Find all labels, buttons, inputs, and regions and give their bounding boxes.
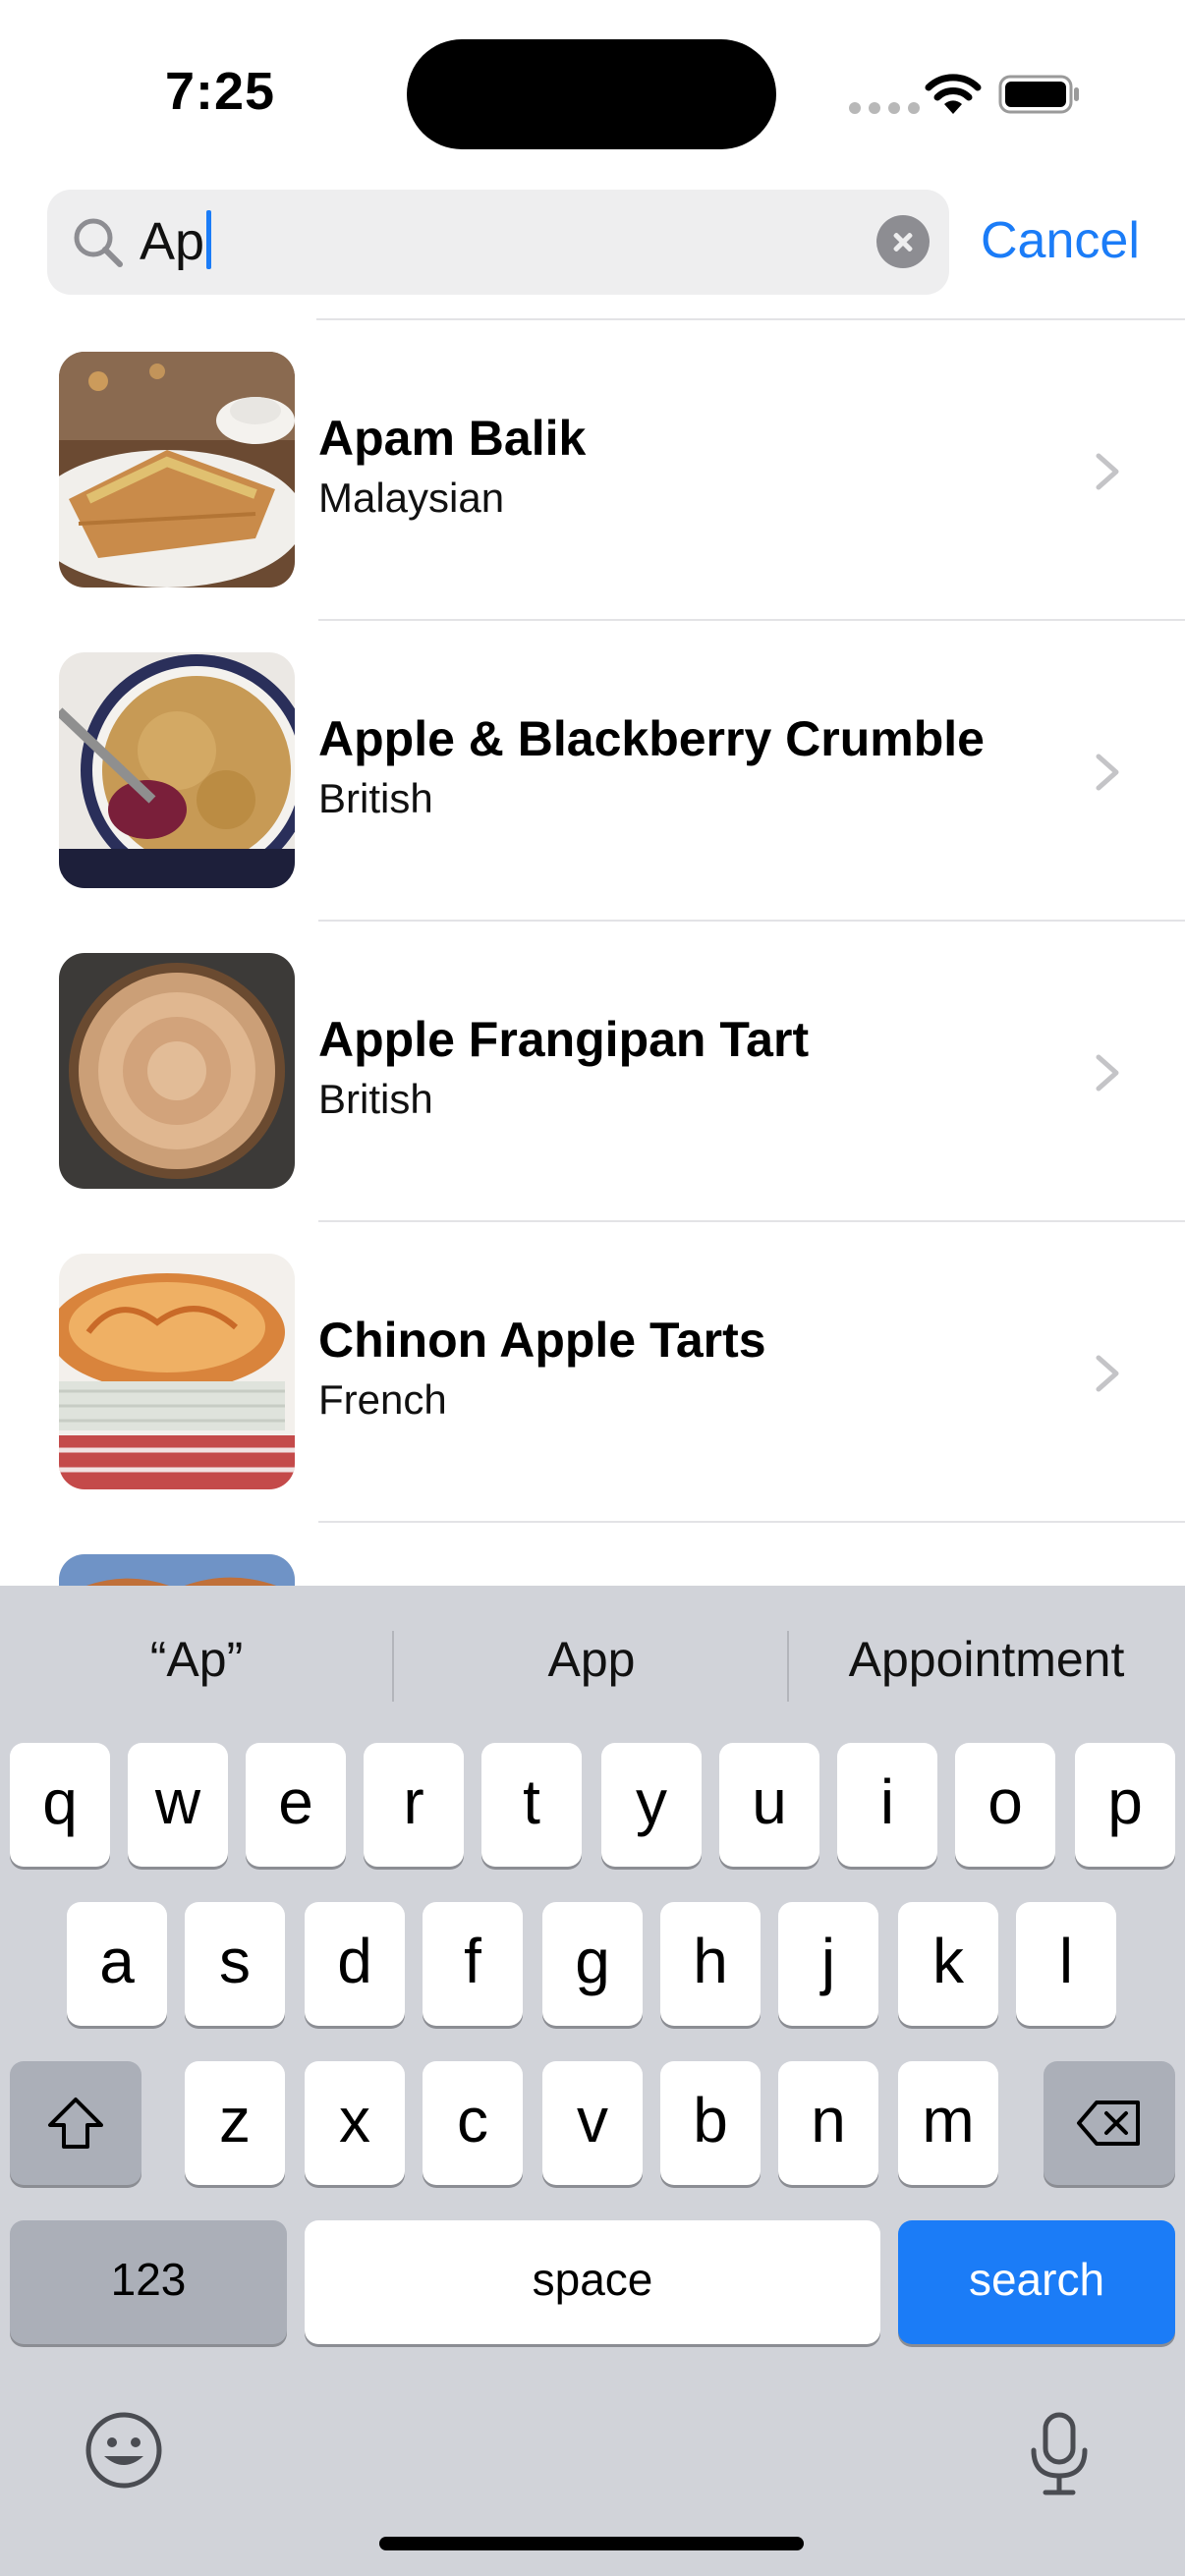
- recipe-title: Apple & Blackberry Crumble: [318, 711, 985, 766]
- recipe-title: Apple Frangipan Tart: [318, 1012, 810, 1067]
- home-indicator[interactable]: [379, 2537, 804, 2550]
- list-item[interactable]: Apam Balik Malaysian: [0, 320, 1185, 621]
- key-u[interactable]: u: [719, 1743, 819, 1867]
- recipe-cuisine: French: [318, 1376, 447, 1423]
- backspace-key[interactable]: [1044, 2061, 1175, 2185]
- key-o[interactable]: o: [955, 1743, 1055, 1867]
- chevron-right-icon: [1096, 453, 1119, 490]
- recipe-title: Apam Balik: [318, 411, 587, 466]
- key-a[interactable]: a: [67, 1902, 167, 2026]
- key-n[interactable]: n: [778, 2061, 878, 2185]
- search-key[interactable]: search: [898, 2220, 1175, 2344]
- key-v[interactable]: v: [542, 2061, 643, 2185]
- apam-balik-photo: [59, 352, 295, 588]
- cancel-button[interactable]: Cancel: [981, 210, 1140, 271]
- wifi-icon: [925, 74, 982, 114]
- key-q[interactable]: q: [10, 1743, 110, 1867]
- results-list[interactable]: Apam Balik Malaysian Apple & Blackberry …: [0, 320, 1185, 1586]
- shift-key[interactable]: [10, 2061, 141, 2185]
- numbers-key[interactable]: 123: [10, 2220, 287, 2344]
- key-m[interactable]: m: [898, 2061, 998, 2185]
- chevron-right-icon: [1096, 1054, 1119, 1092]
- recipe-cuisine: British: [318, 775, 433, 821]
- key-j[interactable]: j: [778, 1902, 878, 2026]
- key-z[interactable]: z: [185, 2061, 285, 2185]
- chevron-right-icon: [1096, 754, 1119, 791]
- divider: [392, 1631, 394, 1702]
- suggestion-bar: “Ap” App Appointment: [0, 1615, 1185, 1704]
- suggestion-appointment[interactable]: Appointment: [790, 1615, 1183, 1704]
- recipe-title: Chinon Apple Tarts: [318, 1313, 766, 1368]
- key-b[interactable]: b: [660, 2061, 761, 2185]
- microphone-icon[interactable]: [1026, 2411, 1093, 2497]
- crumble-photo: [59, 652, 295, 888]
- status-time: 7:25: [165, 62, 276, 121]
- battery-icon: [998, 75, 1079, 114]
- status-bar: 7:25: [0, 0, 1185, 187]
- space-key[interactable]: space: [305, 2220, 880, 2344]
- list-item[interactable]: Apple & Blackberry Crumble British: [0, 621, 1185, 922]
- recipe-cuisine: British: [318, 1076, 433, 1122]
- emoji-icon[interactable]: [83, 2409, 165, 2492]
- dynamic-island: [407, 39, 776, 149]
- key-p[interactable]: p: [1075, 1743, 1175, 1867]
- key-l[interactable]: l: [1016, 1902, 1116, 2026]
- key-k[interactable]: k: [898, 1902, 998, 2026]
- search-query: Ap: [140, 212, 205, 271]
- chinon-tart-photo: [59, 1254, 295, 1489]
- chevron-right-icon: [1096, 1355, 1119, 1392]
- keyboard: “Ap” App Appointment q w e r t y u i o p…: [0, 1586, 1185, 2576]
- clear-text-icon[interactable]: [876, 215, 930, 268]
- list-item[interactable]: Apple Frangipan Tart British: [0, 922, 1185, 1222]
- search-icon: [74, 218, 123, 267]
- key-d[interactable]: d: [305, 1902, 405, 2026]
- cellular-signal-icon: [849, 102, 920, 114]
- key-y[interactable]: y: [601, 1743, 702, 1867]
- key-s[interactable]: s: [185, 1902, 285, 2026]
- key-t[interactable]: t: [481, 1743, 582, 1867]
- shift-icon: [48, 2098, 103, 2149]
- key-c[interactable]: c: [423, 2061, 523, 2185]
- key-h[interactable]: h: [660, 1902, 761, 2026]
- frangipan-tart-photo: [59, 953, 295, 1189]
- recipe-cuisine: Malaysian: [318, 475, 505, 521]
- key-f[interactable]: f: [423, 1902, 523, 2026]
- key-i[interactable]: i: [837, 1743, 937, 1867]
- list-item[interactable]: Chinon Apple Tarts French: [0, 1222, 1185, 1523]
- list-item[interactable]: [0, 1523, 1185, 1586]
- key-g[interactable]: g: [542, 1902, 643, 2026]
- key-x[interactable]: x: [305, 2061, 405, 2185]
- divider: [787, 1631, 789, 1702]
- search-field[interactable]: Ap: [47, 190, 949, 295]
- backspace-icon: [1077, 2100, 1140, 2146]
- text-caret: [206, 210, 212, 269]
- suggestion-literal[interactable]: “Ap”: [0, 1615, 393, 1704]
- suggestion-app[interactable]: App: [395, 1615, 788, 1704]
- recipe-photo: [59, 1554, 295, 1586]
- search-input[interactable]: Ap: [140, 209, 212, 274]
- key-r[interactable]: r: [364, 1743, 464, 1867]
- key-w[interactable]: w: [128, 1743, 228, 1867]
- key-e[interactable]: e: [246, 1743, 346, 1867]
